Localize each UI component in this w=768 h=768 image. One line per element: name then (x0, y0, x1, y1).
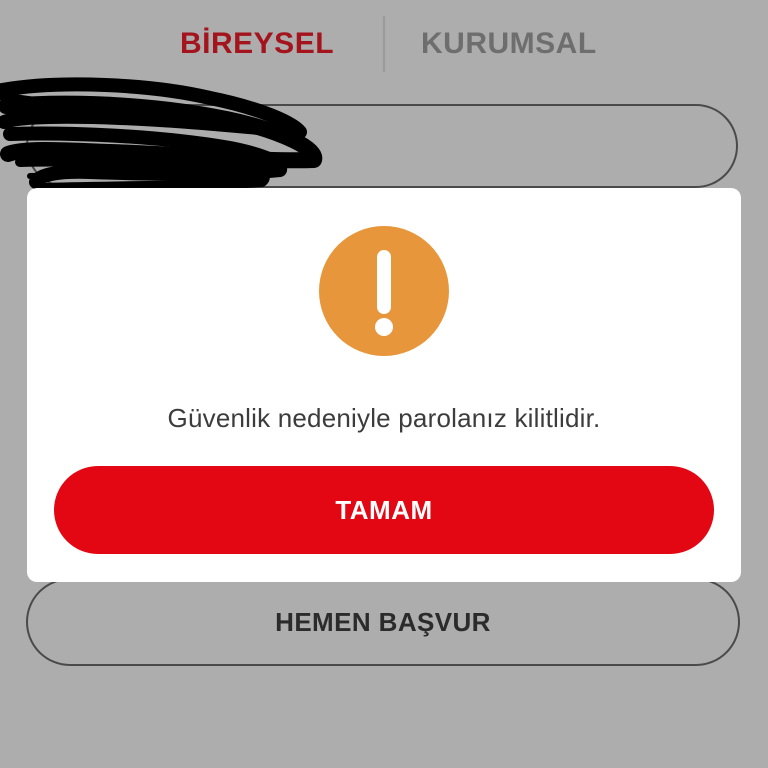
exclamation-icon (319, 226, 449, 356)
tab-bireysel[interactable]: BİREYSEL (180, 24, 334, 64)
tab-kurumsal[interactable]: KURUMSAL (421, 24, 597, 64)
redaction-scribble (0, 77, 323, 193)
alert-dialog: Güvenlik nedeniyle parolanız kilitlidir.… (27, 188, 741, 582)
exclamation-bar (377, 250, 391, 314)
ok-button[interactable]: TAMAM (54, 466, 714, 554)
apply-now-button[interactable]: HEMEN BAŞVUR (26, 578, 740, 666)
dialog-message: Güvenlik nedeniyle parolanız kilitlidir. (167, 403, 601, 433)
tab-divider (383, 16, 385, 72)
exclamation-dot (375, 318, 393, 336)
